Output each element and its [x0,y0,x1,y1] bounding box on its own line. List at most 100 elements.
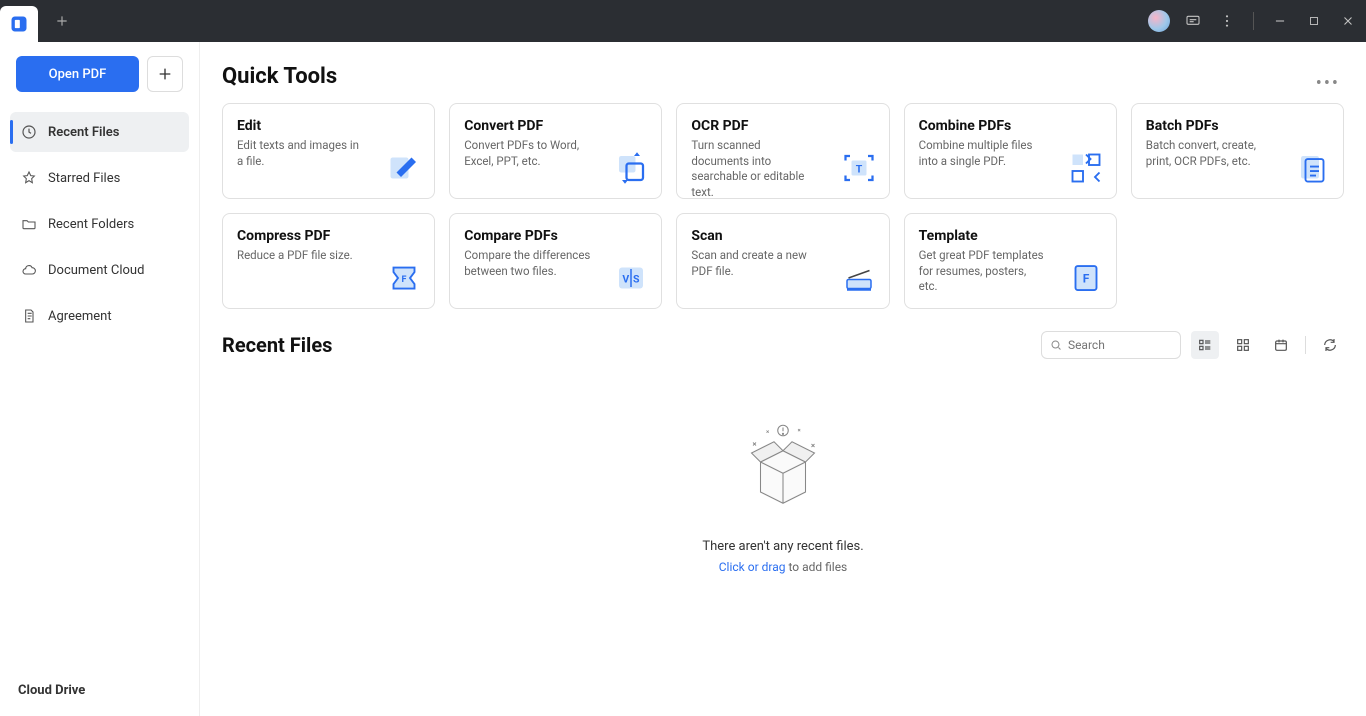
tool-card-batch[interactable]: Batch PDFs Batch convert, create, print,… [1131,103,1344,199]
quick-tools-title: Quick Tools [222,64,337,89]
tool-desc: Convert PDFs to Word, Excel, PPT, etc. [464,138,592,169]
empty-state-link[interactable]: Click or drag [719,560,786,574]
grid-icon [1235,337,1251,353]
divider [1253,12,1254,30]
empty-state-suffix: to add files [785,560,847,574]
new-tab-button[interactable] [46,5,78,37]
chat-icon [1185,13,1201,29]
tool-desc: Turn scanned documents into searchable o… [691,138,819,200]
compress-icon: F [386,260,422,296]
search-input[interactable] [1068,338,1172,352]
tool-title: Scan [691,228,874,244]
tool-card-edit[interactable]: Edit Edit texts and images in a file. [222,103,435,199]
overflow-menu-button[interactable] [1213,7,1241,35]
ocr-icon: T [841,150,877,186]
minimize-icon [1273,14,1287,28]
tool-desc: Get great PDF templates for resumes, pos… [919,248,1047,295]
messages-button[interactable] [1179,7,1207,35]
sidebar: Open PDF Recent Files Starred Files [0,42,200,716]
list-icon [1197,337,1213,353]
divider [1305,336,1306,354]
star-icon [20,169,38,187]
empty-box-icon [723,407,843,517]
scan-icon [841,260,877,296]
body: Open PDF Recent Files Starred Files [0,42,1366,716]
titlebar-right [1145,7,1362,35]
cloud-icon [20,261,38,279]
quick-tools-header: Quick Tools ••• [222,64,1344,103]
template-icon: F [1068,260,1104,296]
edit-icon [386,150,422,186]
refresh-button[interactable] [1316,331,1344,359]
sidebar-item-label: Agreement [48,309,112,324]
recent-files-header: Recent Files [222,331,1344,359]
tool-card-combine[interactable]: Combine PDFs Combine multiple files into… [904,103,1117,199]
sidebar-item-label: Document Cloud [48,263,144,278]
plus-icon [157,66,173,82]
empty-state-text: There aren't any recent files. [222,539,1344,554]
app-tab-home[interactable] [0,6,38,42]
maximize-icon [1308,15,1320,27]
tool-desc: Compare the differences between two file… [464,248,592,279]
sidebar-item-starred-files[interactable]: Starred Files [10,158,189,198]
sidebar-item-recent-folders[interactable]: Recent Folders [10,204,189,244]
open-pdf-button[interactable]: Open PDF [16,56,139,92]
tool-desc: Scan and create a new PDF file. [691,248,819,279]
svg-text:V: V [623,273,630,286]
sidebar-item-label: Starred Files [48,171,120,186]
document-icon [20,307,38,325]
tool-title: Batch PDFs [1146,118,1329,134]
sidebar-item-agreement[interactable]: Agreement [10,296,189,336]
convert-icon [613,150,649,186]
svg-text:F: F [1083,272,1090,286]
clock-icon [20,123,38,141]
tool-title: Combine PDFs [919,118,1102,134]
tool-title: Edit [237,118,420,134]
batch-icon [1295,150,1331,186]
plus-icon [55,14,69,28]
recent-files-title: Recent Files [222,333,332,357]
recent-files-toolbar [1041,331,1344,359]
tool-card-ocr[interactable]: OCR PDF Turn scanned documents into sear… [676,103,889,199]
sidebar-list: Recent Files Starred Files Recent Folder… [0,106,199,348]
avatar-icon [1148,10,1170,32]
tool-card-compress[interactable]: Compress PDF Reduce a PDF file size. F [222,213,435,309]
create-pdf-button[interactable] [147,56,183,92]
compare-icon: VS [613,260,649,296]
svg-text:F: F [402,275,407,285]
cloud-drive-heading: Cloud Drive [18,683,181,698]
tool-card-convert[interactable]: Convert PDF Convert PDFs to Word, Excel,… [449,103,662,199]
tool-card-template[interactable]: Template Get great PDF templates for res… [904,213,1117,309]
main-content: Quick Tools ••• Edit Edit texts and imag… [200,42,1366,716]
window-maximize-button[interactable] [1300,7,1328,35]
tool-card-compare[interactable]: Compare PDFs Compare the differences bet… [449,213,662,309]
svg-text:S: S [633,273,640,286]
quick-tools-more-button[interactable]: ••• [1312,69,1344,98]
tool-desc: Combine multiple files into a single PDF… [919,138,1047,169]
tool-title: OCR PDF [691,118,874,134]
view-grid-button[interactable] [1229,331,1257,359]
tool-title: Compress PDF [237,228,420,244]
titlebar-left [0,0,78,42]
sidebar-bottom: Cloud Drive [0,683,199,716]
avatar-button[interactable] [1145,7,1173,35]
tool-desc: Reduce a PDF file size. [237,248,365,264]
quick-tools-grid: Edit Edit texts and images in a file. Co… [222,103,1344,309]
app-logo-icon [9,14,29,34]
recent-files-empty: There aren't any recent files. Click or … [222,377,1344,574]
refresh-icon [1322,337,1338,353]
folder-icon [20,215,38,233]
window-close-button[interactable] [1334,7,1362,35]
sidebar-item-recent-files[interactable]: Recent Files [10,112,189,152]
tool-card-scan[interactable]: Scan Scan and create a new PDF file. [676,213,889,309]
tool-title: Convert PDF [464,118,647,134]
svg-text:T: T [855,163,862,176]
sidebar-item-label: Recent Files [48,125,119,140]
search-wrap[interactable] [1041,331,1181,359]
view-list-button[interactable] [1191,331,1219,359]
tool-desc: Edit texts and images in a file. [237,138,365,169]
window-minimize-button[interactable] [1266,7,1294,35]
kebab-icon [1219,13,1235,29]
sidebar-item-document-cloud[interactable]: Document Cloud [10,250,189,290]
view-date-button[interactable] [1267,331,1295,359]
